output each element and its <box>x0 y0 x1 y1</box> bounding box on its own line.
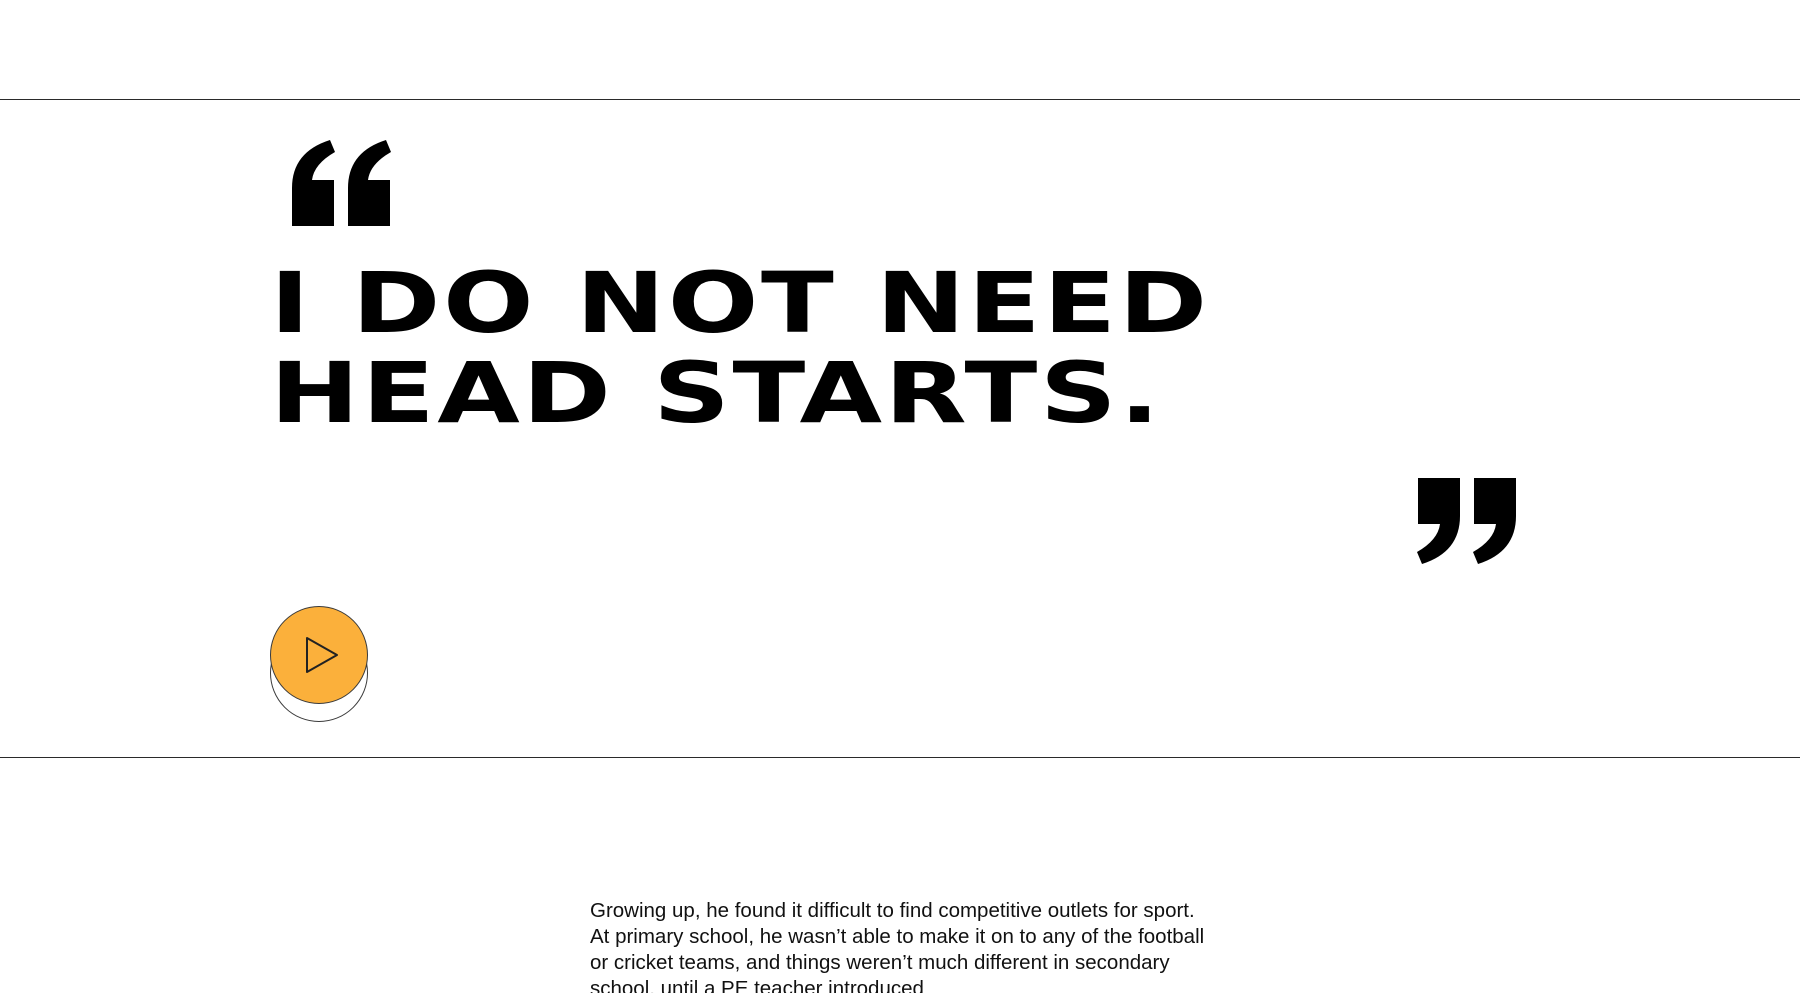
pull-quote-line-2: HEAD STARTS. <box>270 344 1163 442</box>
pull-quote-line-1: I DO NOT NEED <box>270 254 1210 352</box>
play-button-face <box>270 606 368 704</box>
close-quote-icon <box>1417 478 1516 564</box>
article-paragraph: Growing up, he found it difficult to fin… <box>590 899 1205 993</box>
section-divider-bottom <box>0 757 1800 758</box>
play-video-button[interactable] <box>270 606 370 724</box>
section-divider-top <box>0 99 1800 100</box>
pull-quote-text: I DO NOT NEED HEAD STARTS. <box>270 258 1210 438</box>
open-quote-icon <box>292 140 391 226</box>
page: I DO NOT NEED HEAD STARTS. Growing up, h… <box>0 0 1800 993</box>
play-icon <box>306 637 338 673</box>
